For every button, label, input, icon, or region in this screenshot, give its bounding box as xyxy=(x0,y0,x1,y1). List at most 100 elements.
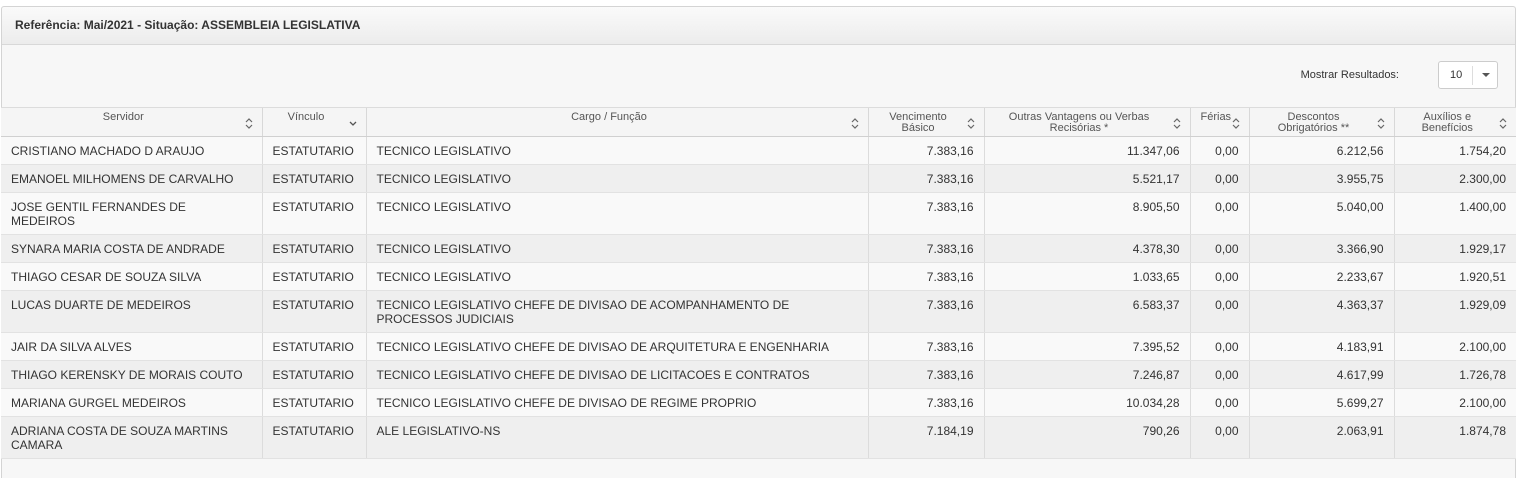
cell-descontos-obrigatorios: 5.699,27 xyxy=(1248,388,1394,417)
table-row: CRISTIANO MACHADO D ARAUJO ESTATUTARIO TEC… xyxy=(1,136,1516,165)
salary-table: Servidor Vínculo Cargo / Função Vencimento … xyxy=(1,107,1516,459)
column-header-label: Cargo / Função xyxy=(571,111,647,123)
sort-icon xyxy=(1172,117,1182,130)
cell-servidor: JOSE GENTIL FERNANDES DE MEDEIROS xyxy=(1,192,262,235)
cell-cargo-funcao: ALE LEGISLATIVO-NS xyxy=(365,416,868,459)
cell-cargo-funcao: TECNICO LEGISLATIVO CHEFE DE DIVISAO DE … xyxy=(365,360,868,389)
cell-ferias: 0,00 xyxy=(1189,164,1249,193)
column-header-ferias[interactable]: Férias xyxy=(1189,107,1249,137)
cell-cargo-funcao: TECNICO LEGISLATIVO xyxy=(365,164,868,193)
column-header-vencimento-basico[interactable]: Vencimento Básico xyxy=(867,107,984,137)
column-header-vinculo[interactable]: Vínculo xyxy=(261,107,366,137)
cell-auxilios-beneficios: 1.754,20 xyxy=(1393,136,1516,165)
cell-cargo-funcao: TECNICO LEGISLATIVO xyxy=(365,262,868,291)
cell-auxilios-beneficios: 2.100,00 xyxy=(1393,388,1516,417)
cell-vencimento-basico: 7.383,16 xyxy=(867,332,984,361)
cell-outras-vantagens: 790,26 xyxy=(983,416,1190,459)
sort-icon xyxy=(966,117,976,130)
cell-servidor: THIAGO CESAR DE SOUZA SILVA xyxy=(1,262,262,291)
table-row: ADRIANA COSTA DE SOUZA MARTINS CAMARA EST… xyxy=(1,416,1516,459)
panel-title: Referência: Mai/2021 - Situação: ASSEMBL… xyxy=(2,7,1515,45)
cell-descontos-obrigatorios: 2.063,91 xyxy=(1248,416,1394,459)
cell-cargo-funcao: TECNICO LEGISLATIVO CHEFE DE DIVISAO DE … xyxy=(365,332,868,361)
column-header-label: Outras Vantagens ou Verbas Recisórias * xyxy=(1008,111,1150,134)
cell-servidor: MARIANA GURGEL MEDEIROS xyxy=(1,388,262,417)
cell-auxilios-beneficios: 2.300,00 xyxy=(1393,164,1516,193)
column-header-outras-vantagens[interactable]: Outras Vantagens ou Verbas Recisórias * xyxy=(983,107,1190,137)
table-row: THIAGO KERENSKY DE MORAIS COUTO ESTATUTAR… xyxy=(1,360,1516,389)
column-header-cargo-funcao[interactable]: Cargo / Função xyxy=(365,107,868,137)
cell-vinculo: ESTATUTARIO xyxy=(261,262,366,291)
sort-icon xyxy=(850,117,860,130)
table-row: JOSE GENTIL FERNANDES DE MEDEIROS ESTATUT… xyxy=(1,192,1516,235)
cell-ferias: 0,00 xyxy=(1189,388,1249,417)
cell-descontos-obrigatorios: 3.955,75 xyxy=(1248,164,1394,193)
cell-ferias: 0,00 xyxy=(1189,290,1249,333)
cell-vinculo: ESTATUTARIO xyxy=(261,416,366,459)
cell-ferias: 0,00 xyxy=(1189,332,1249,361)
cell-cargo-funcao: TECNICO LEGISLATIVO CHEFE DE DIVISAO DE … xyxy=(365,388,868,417)
cell-vinculo: ESTATUTARIO xyxy=(261,388,366,417)
column-header-label: Auxílios e Benefícios xyxy=(1421,111,1473,134)
select-divider xyxy=(1472,66,1473,85)
table-row: THIAGO CESAR DE SOUZA SILVA ESTATUTARIO TE… xyxy=(1,262,1516,291)
cell-descontos-obrigatorios: 3.366,90 xyxy=(1248,234,1394,263)
cell-outras-vantagens: 5.521,17 xyxy=(983,164,1190,193)
column-header-label: Descontos Obrigatórios ** xyxy=(1277,111,1350,134)
page-size-select[interactable]: 10 xyxy=(1438,61,1498,89)
cell-servidor: THIAGO KERENSKY DE MORAIS COUTO xyxy=(1,360,262,389)
cell-auxilios-beneficios: 2.100,00 xyxy=(1393,332,1516,361)
cell-cargo-funcao: TECNICO LEGISLATIVO xyxy=(365,192,868,235)
cell-vencimento-basico: 7.184,19 xyxy=(867,416,984,459)
cell-servidor: CRISTIANO MACHADO D ARAUJO xyxy=(1,136,262,165)
sort-icon xyxy=(1231,117,1241,130)
column-header-auxilios-beneficios[interactable]: Auxílios e Benefícios xyxy=(1393,107,1516,137)
cell-vencimento-basico: 7.383,16 xyxy=(867,192,984,235)
cell-ferias: 0,00 xyxy=(1189,360,1249,389)
cell-vencimento-basico: 7.383,16 xyxy=(867,136,984,165)
cell-vinculo: ESTATUTARIO xyxy=(261,332,366,361)
results-panel: Referência: Mai/2021 - Situação: ASSEMBL… xyxy=(1,6,1516,478)
cell-auxilios-beneficios: 1.874,78 xyxy=(1393,416,1516,459)
column-header-label: Servidor xyxy=(102,111,144,123)
cell-servidor: ADRIANA COSTA DE SOUZA MARTINS CAMARA xyxy=(1,416,262,459)
table-row: LUCAS DUARTE DE MEDEIROS ESTATUTARIO TECNI… xyxy=(1,290,1516,333)
sort-icon xyxy=(244,117,254,130)
sort-desc-icon xyxy=(348,117,358,130)
cell-descontos-obrigatorios: 4.363,37 xyxy=(1248,290,1394,333)
cell-descontos-obrigatorios: 2.233,67 xyxy=(1248,262,1394,291)
table-row: MARIANA GURGEL MEDEIROS ESTATUTARIO TECNIC… xyxy=(1,388,1516,417)
cell-vinculo: ESTATUTARIO xyxy=(261,164,366,193)
column-header-label: Férias xyxy=(1200,111,1232,123)
column-header-servidor[interactable]: Servidor xyxy=(1,107,262,137)
cell-descontos-obrigatorios: 6.212,56 xyxy=(1248,136,1394,165)
cell-auxilios-beneficios: 1.726,78 xyxy=(1393,360,1516,389)
cell-vinculo: ESTATUTARIO xyxy=(261,192,366,235)
cell-servidor: JAIR DA SILVA ALVES xyxy=(1,332,262,361)
cell-outras-vantagens: 1.033,65 xyxy=(983,262,1190,291)
table-toolbar: Mostrar Resultados: 10 xyxy=(2,45,1515,107)
cell-descontos-obrigatorios: 4.183,91 xyxy=(1248,332,1394,361)
table-row: SYNARA MARIA COSTA DE ANDRADE ESTATUTARIO… xyxy=(1,234,1516,263)
cell-descontos-obrigatorios: 4.617,99 xyxy=(1248,360,1394,389)
cell-auxilios-beneficios: 1.920,51 xyxy=(1393,262,1516,291)
cell-ferias: 0,00 xyxy=(1189,136,1249,165)
cell-vencimento-basico: 7.383,16 xyxy=(867,262,984,291)
cell-vencimento-basico: 7.383,16 xyxy=(867,234,984,263)
show-results-label: Mostrar Resultados: xyxy=(1300,69,1399,81)
table-row: JAIR DA SILVA ALVES ESTATUTARIO TECNICO LE… xyxy=(1,332,1516,361)
table-body: CRISTIANO MACHADO D ARAUJO ESTATUTARIO TEC… xyxy=(1,136,1516,459)
cell-vencimento-basico: 7.383,16 xyxy=(867,290,984,333)
chevron-down-icon xyxy=(1482,73,1490,77)
cell-ferias: 0,00 xyxy=(1189,262,1249,291)
table-header-row: Servidor Vínculo Cargo / Função Vencimento … xyxy=(1,107,1516,137)
cell-servidor: LUCAS DUARTE DE MEDEIROS xyxy=(1,290,262,333)
cell-ferias: 0,00 xyxy=(1189,416,1249,459)
cell-vencimento-basico: 7.383,16 xyxy=(867,388,984,417)
cell-vencimento-basico: 7.383,16 xyxy=(867,164,984,193)
column-header-descontos-obrigatorios[interactable]: Descontos Obrigatórios ** xyxy=(1248,107,1394,137)
cell-auxilios-beneficios: 1.929,09 xyxy=(1393,290,1516,333)
cell-outras-vantagens: 11.347,06 xyxy=(983,136,1190,165)
cell-ferias: 0,00 xyxy=(1189,234,1249,263)
table-row: EMANOEL MILHOMENS DE CARVALHO ESTATUTARIO… xyxy=(1,164,1516,193)
